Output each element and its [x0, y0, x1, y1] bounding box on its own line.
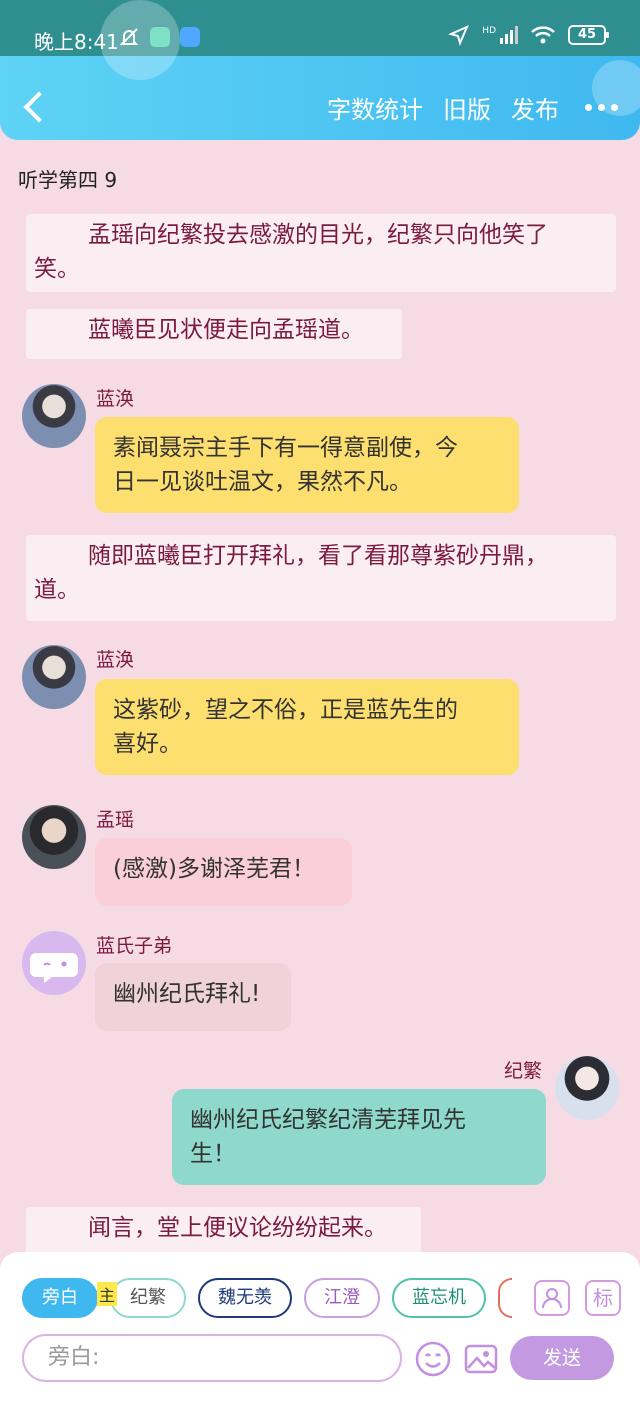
send-button[interactable]: 发送: [510, 1336, 614, 1380]
app-header: 晚上8:41 HD 45 字数统计 旧版 发布: [0, 0, 640, 140]
role-chip-jiangcheng[interactable]: 江澄: [304, 1278, 380, 1318]
message-text: 日一见谈吐温文，果然不凡。: [113, 469, 412, 495]
character-name: 蓝涣: [96, 649, 135, 671]
message-text: 素闻聂宗主手下有一得意副使，今: [113, 435, 458, 461]
message-text: (感激)多谢泽芜君！: [113, 856, 315, 882]
role-chip-partial[interactable]: [498, 1278, 512, 1318]
wifi-icon: [531, 26, 555, 44]
message-text: 这紫砂，望之不俗，正是蓝先生的: [113, 697, 458, 723]
avatar[interactable]: [22, 384, 86, 448]
location-arrow-icon: [448, 25, 470, 46]
publish-button[interactable]: 发布: [511, 90, 559, 125]
message-text: 喜好。: [113, 731, 182, 757]
back-button[interactable]: [20, 88, 50, 126]
avatar[interactable]: [555, 1056, 619, 1120]
bell-muted-icon: [119, 28, 139, 46]
composer-panel: 旁白 纪繁 魏无羡 江澄 蓝忘机 主 标 旁白: 发送: [0, 1252, 640, 1422]
status-icons: [118, 26, 200, 48]
message-text: 幽州纪氏纪繁纪清芜拜见先: [190, 1107, 466, 1133]
status-right: HD 45: [448, 24, 609, 46]
message-input[interactable]: 旁白:: [22, 1334, 402, 1382]
navigation-app-icon: [150, 27, 170, 47]
message-bubble[interactable]: 素闻聂宗主手下有一得意副使，今 日一见谈吐温文，果然不凡。: [95, 417, 519, 513]
old-version-button[interactable]: 旧版: [443, 90, 491, 125]
status-bar: 晚上8:41 HD 45: [0, 0, 640, 80]
emoji-icon[interactable]: [414, 1340, 452, 1378]
more-options-icon[interactable]: [585, 104, 618, 111]
role-chip-jifan[interactable]: 纪繁: [110, 1278, 186, 1318]
narration-block[interactable]: 闻言，堂上便议论纷纷起来。: [26, 1207, 421, 1257]
chat-bot-icon: [30, 953, 78, 983]
character-name: 蓝氏子弟: [96, 935, 173, 957]
message-text: 幽州纪氏拜礼!: [113, 981, 261, 1007]
narration-text: 笑。: [34, 256, 80, 282]
narration-text: 孟瑶向纪繁投去感激的目光，纪繁只向他笑了: [88, 222, 548, 248]
narration-block[interactable]: 孟瑶向纪繁投去感激的目光，纪繁只向他笑了 笑。: [26, 214, 616, 292]
narration-text: 随即蓝曦臣打开拜礼，看了看那尊紫砂丹鼎，: [88, 543, 548, 569]
message-bubble[interactable]: 幽州纪氏拜礼!: [95, 963, 291, 1031]
network-label: HD: [482, 26, 496, 36]
message-bubble[interactable]: 幽州纪氏纪繁纪清芜拜见先 生！: [172, 1089, 546, 1185]
cloud-app-icon: [180, 27, 200, 47]
character-name: 纪繁: [504, 1060, 543, 1082]
person-icon: [542, 1288, 562, 1309]
word-count-button[interactable]: 字数统计: [327, 90, 423, 125]
role-chip-lanwangji[interactable]: 蓝忘机: [392, 1278, 486, 1318]
input-placeholder: 旁白:: [48, 1345, 100, 1370]
character-manage-button[interactable]: [534, 1280, 570, 1316]
narration-text: 道。: [34, 577, 80, 603]
chapter-title: 听学第四 9: [18, 168, 118, 192]
narration-block[interactable]: 蓝曦臣见状便走向孟瑶道。: [26, 309, 402, 359]
status-time: 晚上8:41: [34, 30, 119, 54]
character-name: 孟瑶: [96, 809, 135, 831]
label-button[interactable]: 标: [585, 1280, 621, 1316]
role-chip-weiwuxian[interactable]: 魏无羡: [198, 1278, 292, 1318]
message-bubble[interactable]: (感激)多谢泽芜君！: [95, 838, 352, 906]
narration-block[interactable]: 随即蓝曦臣打开拜礼，看了看那尊紫砂丹鼎， 道。: [26, 535, 616, 621]
label-text: 标: [593, 1286, 613, 1310]
avatar[interactable]: [22, 645, 86, 709]
narration-text: 蓝曦臣见状便走向孟瑶道。: [88, 317, 364, 343]
main-character-tag: 主: [97, 1282, 118, 1306]
role-chip-narration[interactable]: 旁白: [22, 1278, 98, 1318]
narration-text: 闻言，堂上便议论纷纷起来。: [88, 1215, 387, 1241]
character-name: 蓝涣: [96, 388, 135, 410]
header-actions: 字数统计 旧版 发布: [327, 90, 618, 125]
battery-indicator: 45: [568, 25, 609, 45]
message-text: 生！: [190, 1141, 236, 1167]
signal-icon: HD: [482, 26, 518, 44]
message-bubble[interactable]: 这紫砂，望之不俗，正是蓝先生的 喜好。: [95, 679, 519, 775]
avatar[interactable]: [22, 931, 86, 995]
avatar[interactable]: [22, 805, 86, 869]
role-selector: 旁白 纪繁 魏无羡 江澄 蓝忘机: [22, 1278, 512, 1318]
image-icon[interactable]: [462, 1340, 500, 1378]
